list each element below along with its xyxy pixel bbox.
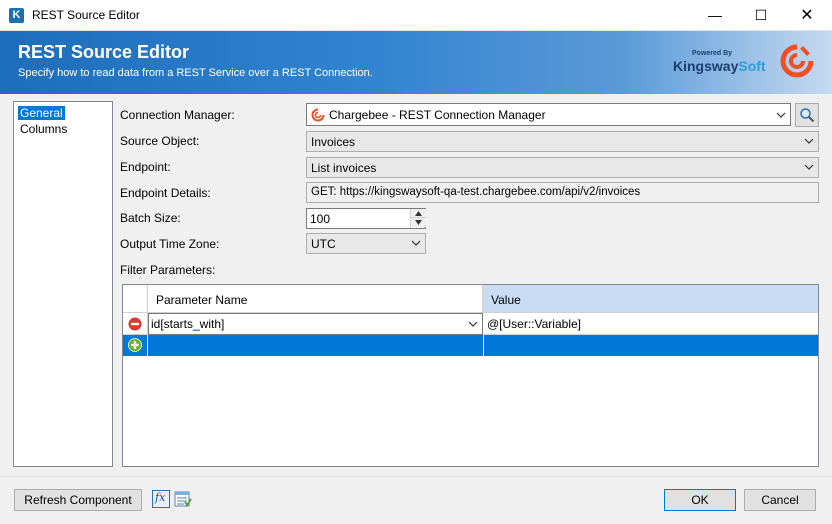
banner-title: REST Source Editor: [18, 42, 190, 62]
batch-size-stepper[interactable]: 100: [306, 208, 426, 229]
column-header-parameter-name[interactable]: Parameter Name: [148, 285, 483, 313]
column-header-value[interactable]: Value: [483, 285, 818, 313]
kingswaysoft-app-icon: K: [9, 8, 24, 23]
lookup-connection-button[interactable]: [795, 103, 819, 127]
connection-manager-select[interactable]: Chargebee - REST Connection Manager: [306, 103, 791, 126]
logo-brand: KingswaySoft: [673, 58, 766, 74]
source-object-select[interactable]: Invoices: [306, 131, 819, 152]
source-object-value: Invoices: [311, 135, 356, 149]
footer-divider: [0, 476, 832, 477]
chevron-down-icon: [776, 112, 786, 118]
chevron-down-icon: [468, 321, 478, 327]
parameter-name-select[interactable]: id[starts_with]: [148, 313, 483, 335]
endpoint-value: List invoices: [311, 161, 377, 175]
increment-button[interactable]: [411, 209, 426, 218]
chevron-down-icon: [804, 138, 814, 144]
endpoint-details-value: GET: https://kingswaysoft-qa-test.charge…: [311, 186, 641, 198]
cancel-button[interactable]: Cancel: [744, 489, 816, 511]
column-header-label: Parameter Name: [156, 293, 248, 307]
column-header-label: Value: [491, 293, 521, 307]
header-banner: REST Source Editor Specify how to read d…: [0, 31, 832, 94]
fx-label: fx: [155, 491, 166, 504]
kingswaysoft-logo: Powered By KingswaySoft: [670, 45, 766, 81]
logo-powered-by: Powered By: [692, 50, 733, 57]
variables-button[interactable]: [174, 490, 192, 508]
connection-manager-label: Connection Manager:: [120, 108, 235, 122]
output-time-zone-label: Output Time Zone:: [120, 237, 220, 251]
maximize-button[interactable]: ☐: [738, 0, 784, 31]
output-time-zone-value: UTC: [311, 237, 336, 251]
ok-button[interactable]: OK: [664, 489, 736, 511]
banner-subtitle: Specify how to read data from a REST Ser…: [18, 67, 373, 79]
logo-brand-soft: Soft: [738, 58, 766, 74]
grid-header-row: Parameter Name Value: [123, 285, 818, 313]
parameter-value-text: @[User::Variable]: [487, 317, 581, 331]
refresh-component-button[interactable]: Refresh Component: [14, 489, 142, 511]
table-row[interactable]: id[starts_with] @[User::Variable]: [123, 313, 818, 335]
endpoint-details-field[interactable]: GET: https://kingswaysoft-qa-test.charge…: [306, 182, 819, 203]
chargebee-logo-icon: [780, 44, 814, 78]
chevron-down-icon: [804, 164, 814, 170]
column-separator: [483, 335, 484, 356]
expression-button[interactable]: fx: [152, 490, 170, 508]
window-titlebar: K REST Source Editor — ☐ ✕: [0, 0, 832, 31]
magnifier-icon: [800, 108, 815, 123]
logo-brand-main: Kingsway: [673, 58, 739, 74]
endpoint-select[interactable]: List invoices: [306, 157, 819, 178]
parameter-value-cell[interactable]: @[User::Variable]: [483, 313, 818, 335]
minimize-button[interactable]: —: [692, 0, 738, 31]
endpoint-details-label: Endpoint Details:: [120, 186, 211, 200]
window-title: REST Source Editor: [32, 8, 140, 22]
parameter-name-value: id[starts_with]: [151, 317, 225, 331]
nav-item-columns[interactable]: Columns: [18, 122, 69, 136]
variables-grid-icon: [174, 491, 192, 507]
filter-parameters-label: Filter Parameters:: [120, 263, 216, 277]
add-row-icon[interactable]: [128, 338, 142, 352]
filter-parameters-grid[interactable]: Parameter Name Value id[starts_with] @[U…: [122, 284, 819, 467]
chevron-down-icon: [411, 240, 421, 246]
row-header: [123, 313, 148, 335]
batch-size-value: 100: [310, 212, 331, 226]
grid-corner-cell: [123, 285, 148, 313]
remove-row-icon[interactable]: [128, 317, 142, 331]
new-row[interactable]: [123, 335, 818, 356]
arrow-down-icon: [415, 220, 422, 225]
endpoint-label: Endpoint:: [120, 160, 171, 174]
spin-buttons: [410, 209, 426, 228]
output-time-zone-select[interactable]: UTC: [306, 233, 426, 254]
connection-manager-value: Chargebee - REST Connection Manager: [329, 108, 546, 122]
batch-size-label: Batch Size:: [120, 211, 181, 225]
arrow-up-icon: [415, 211, 422, 216]
page-navigation-list: General Columns: [13, 101, 113, 467]
source-object-label: Source Object:: [120, 134, 200, 148]
decrement-button[interactable]: [411, 218, 426, 227]
nav-item-general[interactable]: General: [18, 106, 65, 120]
row-header: [123, 335, 148, 356]
chargebee-icon: [311, 108, 325, 122]
close-button[interactable]: ✕: [784, 0, 830, 31]
